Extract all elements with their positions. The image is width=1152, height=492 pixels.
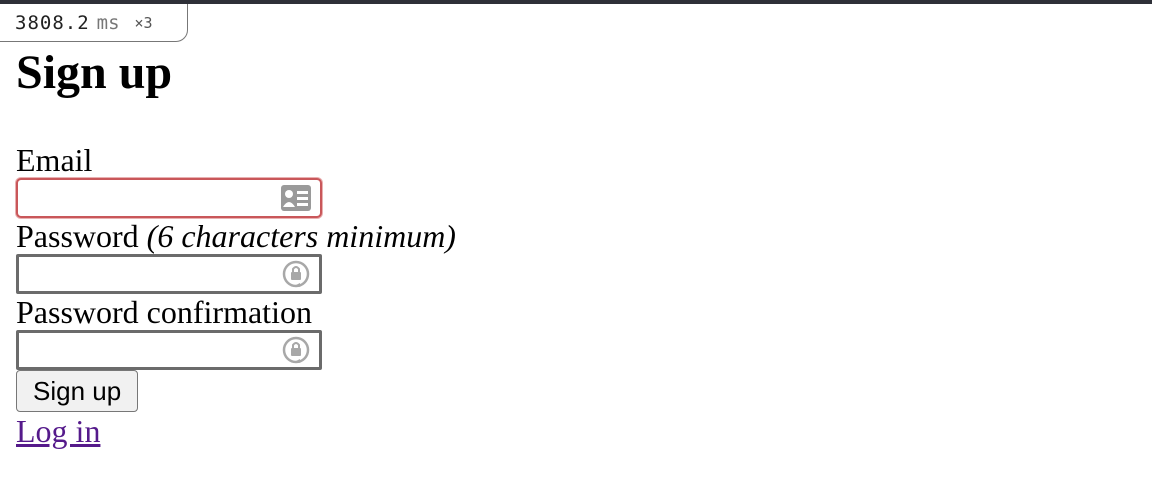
password-confirmation-field[interactable] xyxy=(16,330,322,370)
password-confirmation-label-text: Password confirmation xyxy=(16,294,312,330)
email-field[interactable] xyxy=(16,178,322,218)
profiler-time-unit: ms xyxy=(96,11,120,34)
password-field-wrapper xyxy=(16,254,322,294)
password-label: Password (6 characters minimum) xyxy=(16,218,716,254)
page-title: Sign up xyxy=(16,46,173,99)
profiler-time-value: 3808.2 xyxy=(15,11,90,34)
signup-form: Email Password (6 characters minimum) Pa… xyxy=(16,142,716,412)
password-label-text: Password xyxy=(16,218,139,254)
log-in-link[interactable]: Log in xyxy=(16,412,100,450)
main-content: Sign up Email Password (6 characters min… xyxy=(16,44,716,450)
profiler-badge[interactable]: 3808.2 ms ×3 xyxy=(0,4,188,42)
email-label-text: Email xyxy=(16,142,93,178)
contact-card-icon[interactable] xyxy=(280,183,312,213)
password-field[interactable] xyxy=(16,254,322,294)
password-confirmation-label: Password confirmation xyxy=(16,294,716,330)
password-confirmation-field-wrapper xyxy=(16,330,322,370)
sign-up-button[interactable]: Sign up xyxy=(16,370,139,412)
password-autofill-icon[interactable] xyxy=(280,335,312,365)
profiler-request-count: ×3 xyxy=(134,13,153,32)
password-hint: (6 characters minimum) xyxy=(146,218,456,254)
email-label: Email xyxy=(16,142,716,178)
email-field-wrapper xyxy=(16,178,322,218)
password-autofill-icon[interactable] xyxy=(280,259,312,289)
